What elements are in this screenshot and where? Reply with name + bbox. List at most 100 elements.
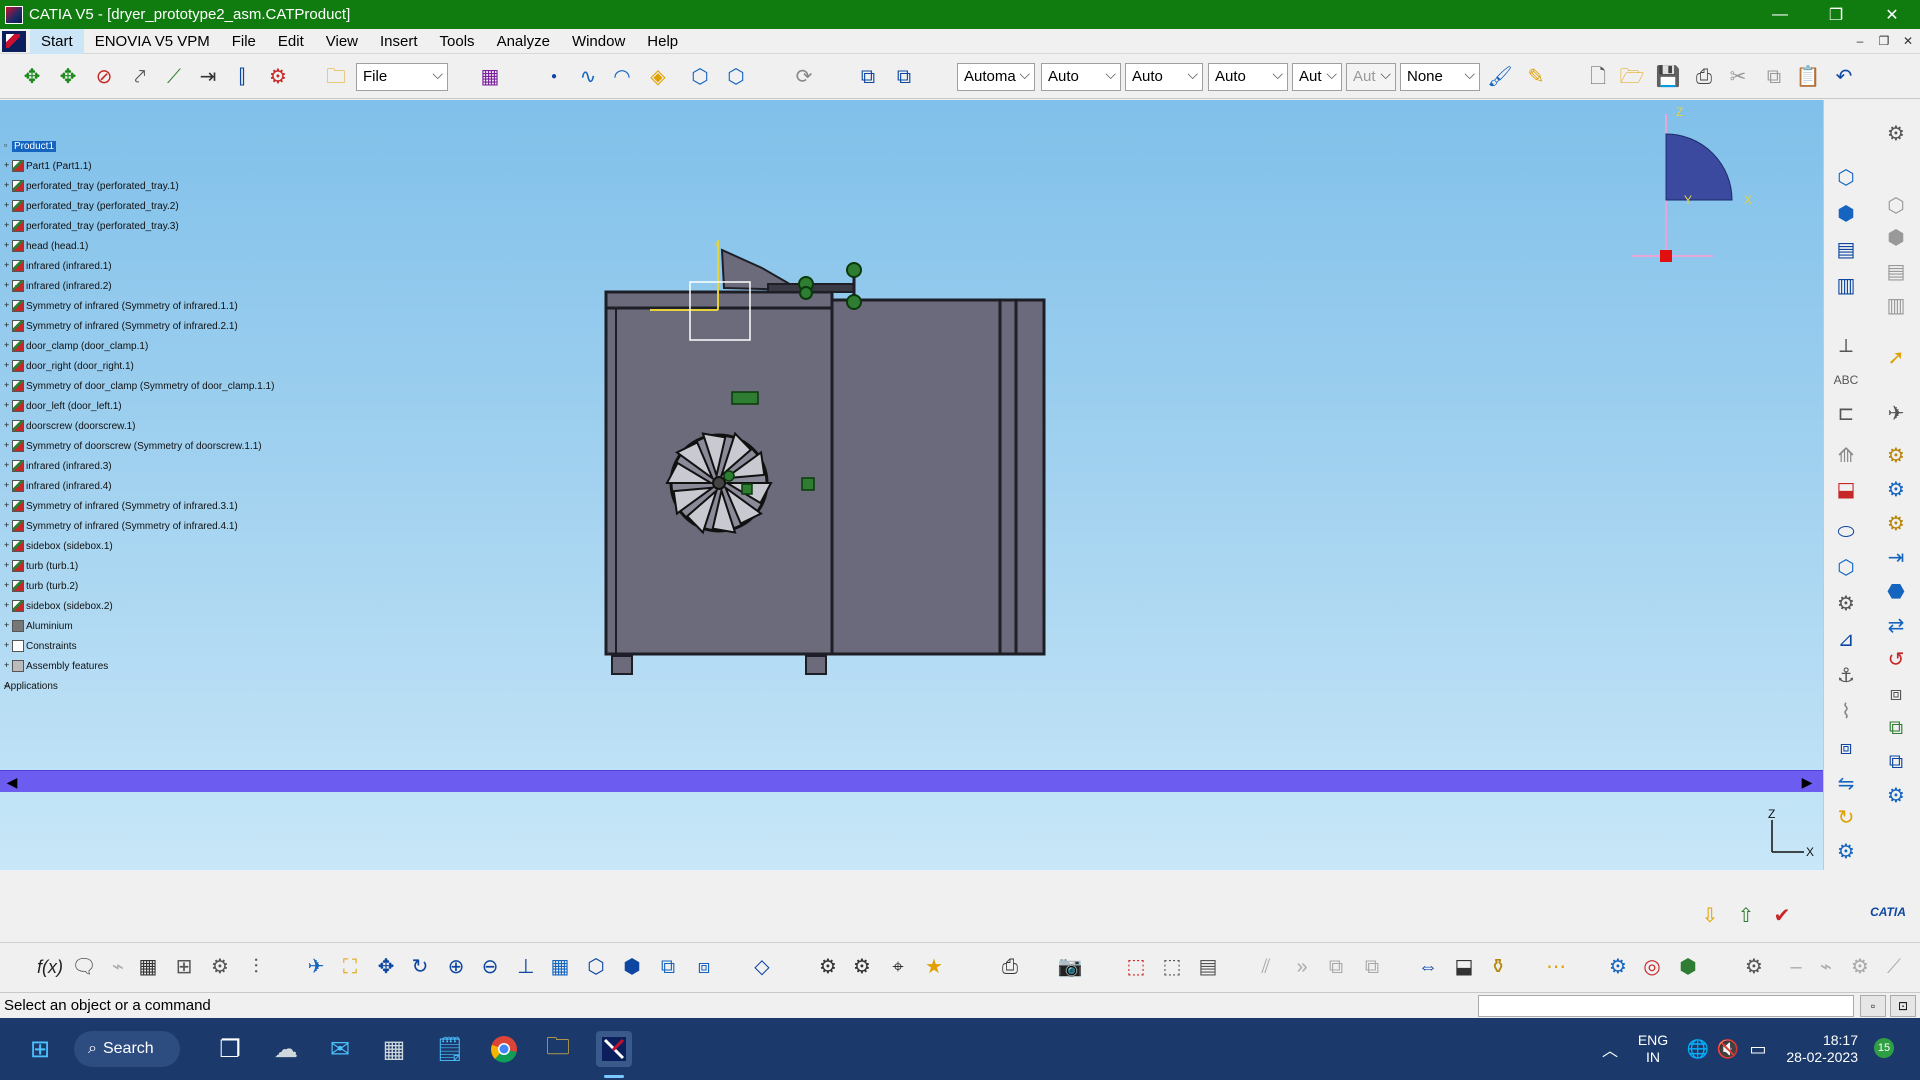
- menu-insert[interactable]: Insert: [369, 29, 429, 54]
- distance-band-icon[interactable]: ▤: [1194, 953, 1222, 981]
- surface-icon[interactable]: ◠: [608, 63, 636, 91]
- track-icon[interactable]: ⫽: [1252, 953, 1280, 981]
- shuttle-icon[interactable]: ⧉: [1322, 953, 1350, 981]
- existing-component-icon[interactable]: ⬡: [1832, 164, 1860, 192]
- open-folder-icon[interactable]: 🗀: [322, 63, 350, 91]
- mail-app-icon[interactable]: ✉: [322, 1031, 358, 1067]
- task-view-icon[interactable]: ❐: [212, 1031, 248, 1067]
- doc-minimize-button[interactable]: –: [1848, 29, 1872, 54]
- undo-icon[interactable]: ↶: [1830, 63, 1858, 91]
- plane-compass-icon[interactable]: Z X Y: [1632, 105, 1752, 262]
- sidebox-model[interactable]: [828, 298, 1046, 656]
- camera-icon[interactable]: 📷: [1056, 953, 1084, 981]
- split-icon[interactable]: ⧈: [1882, 680, 1910, 708]
- catia-taskbar-icon[interactable]: [596, 1031, 632, 1067]
- sequence-icon[interactable]: »: [1288, 953, 1316, 981]
- status-settings-button[interactable]: ⊡: [1890, 994, 1916, 1017]
- open-document-icon[interactable]: 🗁: [1618, 63, 1646, 91]
- chrome-app-icon[interactable]: [486, 1031, 522, 1067]
- 3d-model-view[interactable]: + Z X Y Z X: [0, 100, 1823, 870]
- rotate-icon[interactable]: ↻: [406, 953, 434, 981]
- fly-mode-icon[interactable]: ✈: [1882, 400, 1910, 428]
- catalog-browser-icon[interactable]: ⚙: [206, 953, 234, 981]
- save-icon[interactable]: 💾: [1654, 63, 1682, 91]
- measure-item-icon[interactable]: ⬓: [1450, 953, 1478, 981]
- update-all-icon[interactable]: ↻: [1832, 804, 1860, 832]
- annotation-text-icon[interactable]: ABC: [1832, 366, 1860, 394]
- replace-component-icon[interactable]: ▤: [1832, 236, 1860, 264]
- menu-tools[interactable]: Tools: [429, 29, 486, 54]
- export-icon[interactable]: ⇧: [1732, 902, 1760, 930]
- reorder-icon[interactable]: ▤: [1882, 258, 1910, 286]
- anchor-icon[interactable]: ⚓: [1832, 662, 1860, 690]
- notification-badge[interactable]: 15: [1874, 1038, 1894, 1058]
- menu-enovia[interactable]: ENOVIA V5 VPM: [84, 29, 221, 54]
- menu-analyze[interactable]: Analyze: [486, 29, 561, 54]
- system-clock[interactable]: 18:17 28-02-2023: [1770, 1032, 1858, 1066]
- apply-material-icon[interactable]: ★: [920, 953, 948, 981]
- file-combo[interactable]: File: [356, 63, 448, 91]
- clash-analysis-icon[interactable]: ⚙: [264, 63, 292, 91]
- component-icon[interactable]: ⬡: [686, 63, 714, 91]
- swap-visible-space-icon[interactable]: ⧈: [690, 953, 718, 981]
- weather-widget-icon[interactable]: ☁: [268, 1031, 304, 1067]
- language-indicator[interactable]: ENG IN: [1636, 1032, 1670, 1066]
- weld-icon[interactable]: ⟰: [1832, 442, 1860, 470]
- copy-icon[interactable]: ⧉: [1760, 63, 1788, 91]
- color-combo[interactable]: Automa: [957, 63, 1035, 91]
- infrared-marker-icon[interactable]: [731, 391, 759, 405]
- clash-icon[interactable]: ⫿: [228, 63, 256, 91]
- fit-all-icon[interactable]: ⛶: [336, 953, 364, 981]
- manipulate-icon[interactable]: ✥: [54, 63, 82, 91]
- iso-view-icon[interactable]: ⬡: [582, 953, 610, 981]
- fly-icon[interactable]: ✈: [302, 953, 330, 981]
- quick-constraint-icon[interactable]: ⚙: [1832, 590, 1860, 618]
- zoom-in-icon[interactable]: ⊕: [442, 953, 470, 981]
- zoom-out-icon[interactable]: ⊖: [476, 953, 504, 981]
- fix-together-icon[interactable]: ⬣: [1882, 578, 1910, 606]
- symmetry-icon[interactable]: ⚙: [1882, 782, 1910, 810]
- transparency-combo[interactable]: Auto: [1041, 63, 1121, 91]
- clash-detection-icon[interactable]: ⬚: [1122, 953, 1150, 981]
- hole-icon[interactable]: ⧉: [1882, 714, 1910, 742]
- screw-marker-icon[interactable]: [801, 477, 815, 491]
- tool-icon[interactable]: ⚙: [1846, 953, 1874, 981]
- show-hidden-icons-icon[interactable]: ︿: [1592, 1031, 1628, 1067]
- horizontal-scrollbar[interactable]: ◀ ▶: [0, 770, 1823, 792]
- law-icon[interactable]: ⊞: [170, 953, 198, 981]
- new-document-icon[interactable]: 🗋: [1584, 63, 1612, 91]
- menu-edit[interactable]: Edit: [267, 29, 315, 54]
- status-stop-button[interactable]: ▫: [1860, 994, 1886, 1017]
- hide-show-icon[interactable]: ⧉: [654, 953, 682, 981]
- stop-manipulate-icon[interactable]: ⇥: [194, 63, 222, 91]
- fix-component-icon[interactable]: ⬡: [1832, 554, 1860, 582]
- multi-instantiation-icon[interactable]: ▥: [1882, 292, 1910, 320]
- new-part-icon[interactable]: ⬢: [1882, 224, 1910, 252]
- remove-icon[interactable]: ⇋: [1832, 770, 1860, 798]
- move-icon[interactable]: ✥: [18, 63, 46, 91]
- taskbar-search[interactable]: ⌕ Search: [74, 1031, 180, 1067]
- command-input[interactable]: [1478, 994, 1854, 1017]
- analysis-icon[interactable]: ◎: [1638, 953, 1666, 981]
- scroll-left-icon[interactable]: ◀: [2, 773, 22, 791]
- paperclip-icon[interactable]: ⌇: [1832, 698, 1860, 726]
- light-icon[interactable]: ⚙: [848, 953, 876, 981]
- measure-between-icon[interactable]: ⇔: [1414, 953, 1442, 981]
- pan-icon[interactable]: ✥: [372, 953, 400, 981]
- angle-constraint-icon[interactable]: ⇥: [1882, 544, 1910, 572]
- publication-icon[interactable]: ⫶: [242, 953, 270, 981]
- slash-icon[interactable]: ⟋: [1880, 953, 1908, 981]
- flexible-subassembly-icon[interactable]: ⇄: [1882, 612, 1910, 640]
- grid-icon[interactable]: ⋯: [1542, 953, 1570, 981]
- apply-material-bottom-icon[interactable]: ⚙: [1604, 953, 1632, 981]
- dash-icon[interactable]: –: [1782, 953, 1810, 981]
- section-icon[interactable]: ⧉: [890, 63, 918, 91]
- explode-icon[interactable]: ⟋: [160, 63, 188, 91]
- file-explorer-icon[interactable]: 🗀: [540, 1031, 576, 1067]
- menu-view[interactable]: View: [315, 29, 369, 54]
- windows-start-icon[interactable]: ⊞: [22, 1031, 58, 1067]
- graphic-properties-icon[interactable]: ✎: [1522, 63, 1550, 91]
- turntable-icon[interactable]: ⌖: [884, 953, 912, 981]
- check-icon[interactable]: ✔: [1768, 902, 1796, 930]
- environment-icon[interactable]: ⚙: [814, 953, 842, 981]
